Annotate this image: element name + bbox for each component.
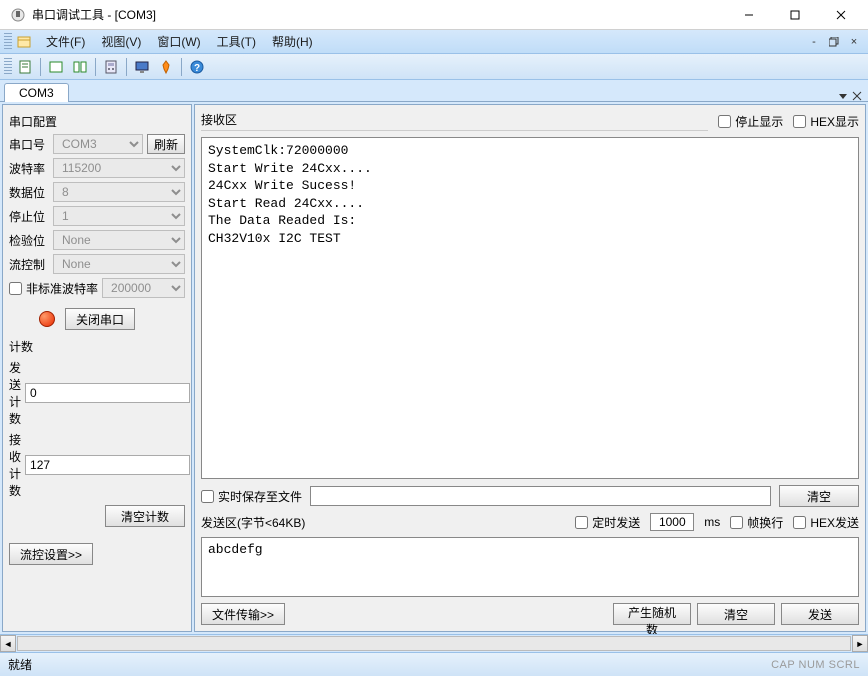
tab-close-icon[interactable]: [852, 91, 862, 101]
horizontal-scrollbar[interactable]: ◄ ►: [0, 634, 868, 652]
data-select[interactable]: 8: [53, 182, 185, 202]
pin-icon[interactable]: [155, 56, 177, 78]
send-button[interactable]: 发送: [781, 603, 859, 625]
stop-label: 停止位: [9, 208, 49, 225]
tx-clear-button[interactable]: 清空: [697, 603, 775, 625]
minimize-button[interactable]: [726, 0, 772, 30]
svg-text:?: ?: [194, 63, 200, 74]
frame-wrap-checkbox[interactable]: 帧换行: [730, 514, 783, 531]
realtime-save-checkbox[interactable]: 实时保存至文件: [201, 488, 302, 505]
rx-clear-button[interactable]: 清空: [779, 485, 859, 507]
count-title: 计数: [9, 336, 185, 357]
window-title: 串口调试工具 - [COM3]: [32, 6, 726, 23]
menu-grip: [4, 33, 12, 51]
menu-file[interactable]: 文件(F): [38, 31, 93, 52]
menu-bar: 文件(F) 视图(V) 窗口(W) 工具(T) 帮助(H) - ×: [0, 30, 868, 54]
serial-config-panel: 串口配置 串口号 COM3 刷新 波特率 115200 数据位 8 停止位 1 …: [2, 104, 192, 632]
save-filepath-input[interactable]: [310, 486, 771, 506]
close-button[interactable]: [818, 0, 864, 30]
tab-dropdown-icon[interactable]: [838, 91, 848, 101]
tab-strip: COM3: [0, 80, 868, 102]
menu-window[interactable]: 窗口(W): [149, 31, 208, 52]
serial-config-title: 串口配置: [9, 111, 185, 132]
data-label: 数据位: [9, 184, 49, 201]
ms-label: ms: [704, 515, 720, 529]
menu-tools[interactable]: 工具(T): [209, 31, 264, 52]
status-bar: 就绪 CAP NUM SCRL: [0, 652, 868, 676]
maximize-button[interactable]: [772, 0, 818, 30]
layout2-icon[interactable]: [69, 56, 91, 78]
app-menu-icon: [16, 34, 32, 50]
scroll-track[interactable]: [17, 636, 851, 651]
toolbar: ?: [0, 54, 868, 80]
send-count-label: 发送计数: [9, 359, 21, 427]
baud-select[interactable]: 115200: [53, 158, 185, 178]
port-label: 串口号: [9, 136, 49, 153]
toolbar-grip: [4, 58, 12, 76]
status-indicators: CAP NUM SCRL: [771, 659, 860, 671]
mdi-close[interactable]: ×: [844, 34, 864, 50]
hex-display-checkbox[interactable]: HEX显示: [793, 113, 859, 130]
status-ready: 就绪: [8, 656, 771, 673]
rx-tx-panel: 接收区 停止显示 HEX显示 SystemClk:72000000 Start …: [194, 104, 866, 632]
tx-textarea[interactable]: [201, 537, 859, 597]
tab-com3[interactable]: COM3: [4, 83, 69, 102]
flow-select[interactable]: None: [53, 254, 185, 274]
calc-icon[interactable]: [100, 56, 122, 78]
help-icon[interactable]: ?: [186, 56, 208, 78]
recv-count-label: 接收计数: [9, 431, 21, 499]
random-button[interactable]: 产生随机数: [613, 603, 691, 625]
status-led: [39, 311, 55, 327]
send-count-field[interactable]: [25, 383, 190, 403]
refresh-button[interactable]: 刷新: [147, 134, 185, 154]
layout1-icon[interactable]: [45, 56, 67, 78]
interval-input[interactable]: [650, 513, 694, 531]
baud-label: 波特率: [9, 160, 49, 177]
scroll-right-icon[interactable]: ►: [852, 635, 868, 652]
close-port-button[interactable]: 关闭串口: [65, 308, 135, 330]
recv-count-field[interactable]: [25, 455, 190, 475]
nonstd-baud-select[interactable]: 200000: [102, 278, 185, 298]
hex-send-checkbox[interactable]: HEX发送: [793, 514, 859, 531]
scroll-left-icon[interactable]: ◄: [0, 635, 16, 652]
rx-textarea[interactable]: SystemClk:72000000 Start Write 24Cxx....…: [201, 137, 859, 479]
parity-label: 检验位: [9, 232, 49, 249]
timed-send-checkbox[interactable]: 定时发送: [575, 514, 640, 531]
pause-display-checkbox[interactable]: 停止显示: [718, 113, 783, 130]
app-icon: [10, 7, 26, 23]
stop-select[interactable]: 1: [53, 206, 185, 226]
tx-title: 发送区(字节<64KB): [201, 514, 565, 531]
port-select[interactable]: COM3: [53, 134, 143, 154]
mdi-minimize[interactable]: -: [804, 34, 824, 50]
flow-label: 流控制: [9, 256, 49, 273]
parity-select[interactable]: None: [53, 230, 185, 250]
mdi-restore[interactable]: [824, 34, 844, 50]
flow-settings-button[interactable]: 流控设置>>: [9, 543, 93, 565]
clear-count-button[interactable]: 清空计数: [105, 505, 185, 527]
nonstd-baud-checkbox[interactable]: 非标准波特率: [9, 280, 98, 297]
menu-help[interactable]: 帮助(H): [264, 31, 321, 52]
workspace: 串口配置 串口号 COM3 刷新 波特率 115200 数据位 8 停止位 1 …: [0, 102, 868, 634]
rx-title: 接收区: [201, 111, 708, 131]
file-transfer-button[interactable]: 文件传输>>: [201, 603, 285, 625]
title-bar: 串口调试工具 - [COM3]: [0, 0, 868, 30]
monitor-icon[interactable]: [131, 56, 153, 78]
new-icon[interactable]: [14, 56, 36, 78]
menu-view[interactable]: 视图(V): [93, 31, 149, 52]
